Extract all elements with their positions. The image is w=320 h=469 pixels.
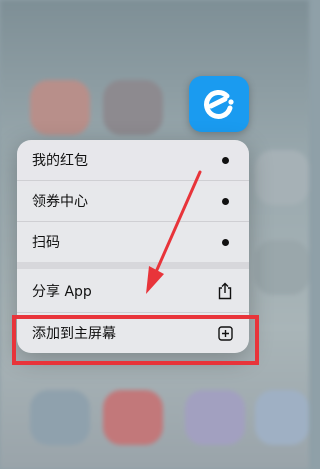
annotation-arrow [146,170,202,294]
annotation-highlight-box [12,315,259,365]
